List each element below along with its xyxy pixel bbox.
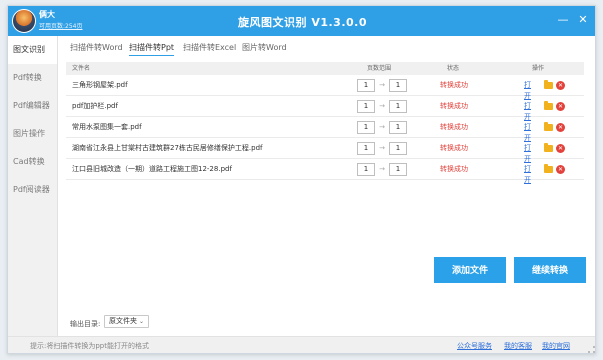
title-bar[interactable]: 俩大 可用页数:254页 旋风图文识别 V1.3.0.0 — ✕ xyxy=(8,6,595,36)
header-page-range: 页数范围 xyxy=(367,65,392,72)
tab-bar: 扫描件转Word 扫描件转Ppt 扫描件转Excel 图片转Word xyxy=(65,36,585,58)
file-name: 江口县旧城改造（一期）道路工程施工图12-28.pdf xyxy=(72,165,232,173)
table-header: 文件名 页数范围 状态 操作 xyxy=(66,62,584,75)
page-to-input[interactable]: 1 xyxy=(389,79,407,92)
arrow-icon: → xyxy=(379,81,385,89)
page-range: 1 → 1 xyxy=(357,121,407,134)
arrow-icon: → xyxy=(379,144,385,152)
header-status: 状态 xyxy=(447,65,460,72)
table-row: 江口县旧城改造（一期）道路工程施工图12-28.pdf 1 → 1 转换成功 打… xyxy=(66,159,584,184)
output-dir-value: 原文件夹 xyxy=(109,317,137,325)
page-to-input[interactable]: 1 xyxy=(389,100,407,113)
tab-scan-to-word[interactable]: 扫描件转Word xyxy=(70,42,123,53)
arrow-icon: → xyxy=(379,102,385,110)
delete-icon[interactable]: ✕ xyxy=(556,165,565,174)
file-table: 文件名 页数范围 状态 操作 三角形钢屋架.pdf 1 → 1 转换成功 打开 … xyxy=(66,62,584,184)
page-to-input[interactable]: 1 xyxy=(389,121,407,134)
page-range: 1 → 1 xyxy=(357,100,407,113)
file-name: 三角形钢屋架.pdf xyxy=(72,81,128,89)
delete-icon[interactable]: ✕ xyxy=(556,102,565,111)
sidebar-item-pdf-editor[interactable]: Pdf编辑器 xyxy=(8,92,57,120)
delete-icon[interactable]: ✕ xyxy=(556,123,565,132)
header-filename: 文件名 xyxy=(72,65,91,72)
delete-icon[interactable]: ✕ xyxy=(556,144,565,153)
status-text: 转换成功 xyxy=(440,81,468,89)
header-actions: 操作 xyxy=(532,65,545,72)
file-name: 常用水泵图集一套.pdf xyxy=(72,123,142,131)
status-text: 转换成功 xyxy=(440,102,468,110)
table-row: 湖南省江永县上甘棠村古建筑群27栋古民居修缮保护工程.pdf 1 → 1 转换成… xyxy=(66,138,584,163)
status-tip: 提示:将扫描件转换为ppt能打开的格式 xyxy=(30,342,149,350)
folder-icon[interactable] xyxy=(544,80,553,89)
status-text: 转换成功 xyxy=(440,165,468,173)
status-text: 转换成功 xyxy=(440,144,468,152)
customer-service-link[interactable]: 我的客服 xyxy=(504,341,532,351)
minimize-icon[interactable]: — xyxy=(556,13,570,27)
table-row: 三角形钢屋架.pdf 1 → 1 转换成功 打开 ✕ xyxy=(66,75,584,100)
continue-convert-button[interactable]: 继续转换 xyxy=(514,257,586,283)
sidebar-item-cad-convert[interactable]: Cad转换 xyxy=(8,148,57,176)
sidebar-item-image-ops[interactable]: 图片操作 xyxy=(8,120,57,148)
page-to-input[interactable]: 1 xyxy=(389,142,407,155)
tab-scan-to-excel[interactable]: 扫描件转Excel xyxy=(183,42,236,53)
output-dir-label: 输出目录: xyxy=(70,320,101,328)
sidebar-item-pdf-reader[interactable]: Pdf阅读器 xyxy=(8,176,57,204)
folder-icon[interactable] xyxy=(544,101,553,110)
tab-scan-to-ppt[interactable]: 扫描件转Ppt xyxy=(129,42,175,56)
tab-image-to-word[interactable]: 图片转Word xyxy=(242,42,287,53)
page-to-input[interactable]: 1 xyxy=(389,163,407,176)
page-from-input[interactable]: 1 xyxy=(357,163,375,176)
folder-icon[interactable] xyxy=(544,122,553,131)
file-name: 湖南省江永县上甘棠村古建筑群27栋古民居修缮保护工程.pdf xyxy=(72,144,263,152)
table-row: pdf加护栏.pdf 1 → 1 转换成功 打开 ✕ xyxy=(66,96,584,121)
add-file-button[interactable]: 添加文件 xyxy=(434,257,506,283)
page-from-input[interactable]: 1 xyxy=(357,100,375,113)
page-from-input[interactable]: 1 xyxy=(357,121,375,134)
app-window: 俩大 可用页数:254页 旋风图文识别 V1.3.0.0 — ✕ 图文识别 Pd… xyxy=(7,5,596,354)
page-from-input[interactable]: 1 xyxy=(357,79,375,92)
arrow-icon: → xyxy=(379,165,385,173)
status-bar: 提示:将扫描件转换为ppt能打开的格式 公众号服务 我的客服 我的官网 xyxy=(8,336,595,353)
delete-icon[interactable]: ✕ xyxy=(556,81,565,90)
folder-icon[interactable] xyxy=(544,143,553,152)
page-from-input[interactable]: 1 xyxy=(357,142,375,155)
status-text: 转换成功 xyxy=(440,123,468,131)
website-link[interactable]: 我的官网 xyxy=(542,341,570,351)
sidebar: 图文识别 Pdf转换 Pdf编辑器 图片操作 Cad转换 Pdf阅读器 xyxy=(8,36,58,336)
wechat-service-link[interactable]: 公众号服务 xyxy=(457,341,492,351)
output-dir-select[interactable]: 原文件夹 ⌄ xyxy=(104,315,149,328)
app-title: 旋风图文识别 V1.3.0.0 xyxy=(238,16,367,29)
close-icon[interactable]: ✕ xyxy=(576,13,590,27)
file-name: pdf加护栏.pdf xyxy=(72,102,118,110)
page-range: 1 → 1 xyxy=(357,79,407,92)
folder-icon[interactable] xyxy=(544,164,553,173)
resize-grip[interactable] xyxy=(588,346,595,353)
table-row: 常用水泵图集一套.pdf 1 → 1 转换成功 打开 ✕ xyxy=(66,117,584,142)
page-range: 1 → 1 xyxy=(357,163,407,176)
chevron-down-icon: ⌄ xyxy=(138,318,144,325)
page-range: 1 → 1 xyxy=(357,142,407,155)
arrow-icon: → xyxy=(379,123,385,131)
sidebar-item-ocr[interactable]: 图文识别 xyxy=(8,36,57,64)
sidebar-item-pdf-convert[interactable]: Pdf转换 xyxy=(8,64,57,92)
open-link[interactable]: 打开 xyxy=(524,164,531,186)
